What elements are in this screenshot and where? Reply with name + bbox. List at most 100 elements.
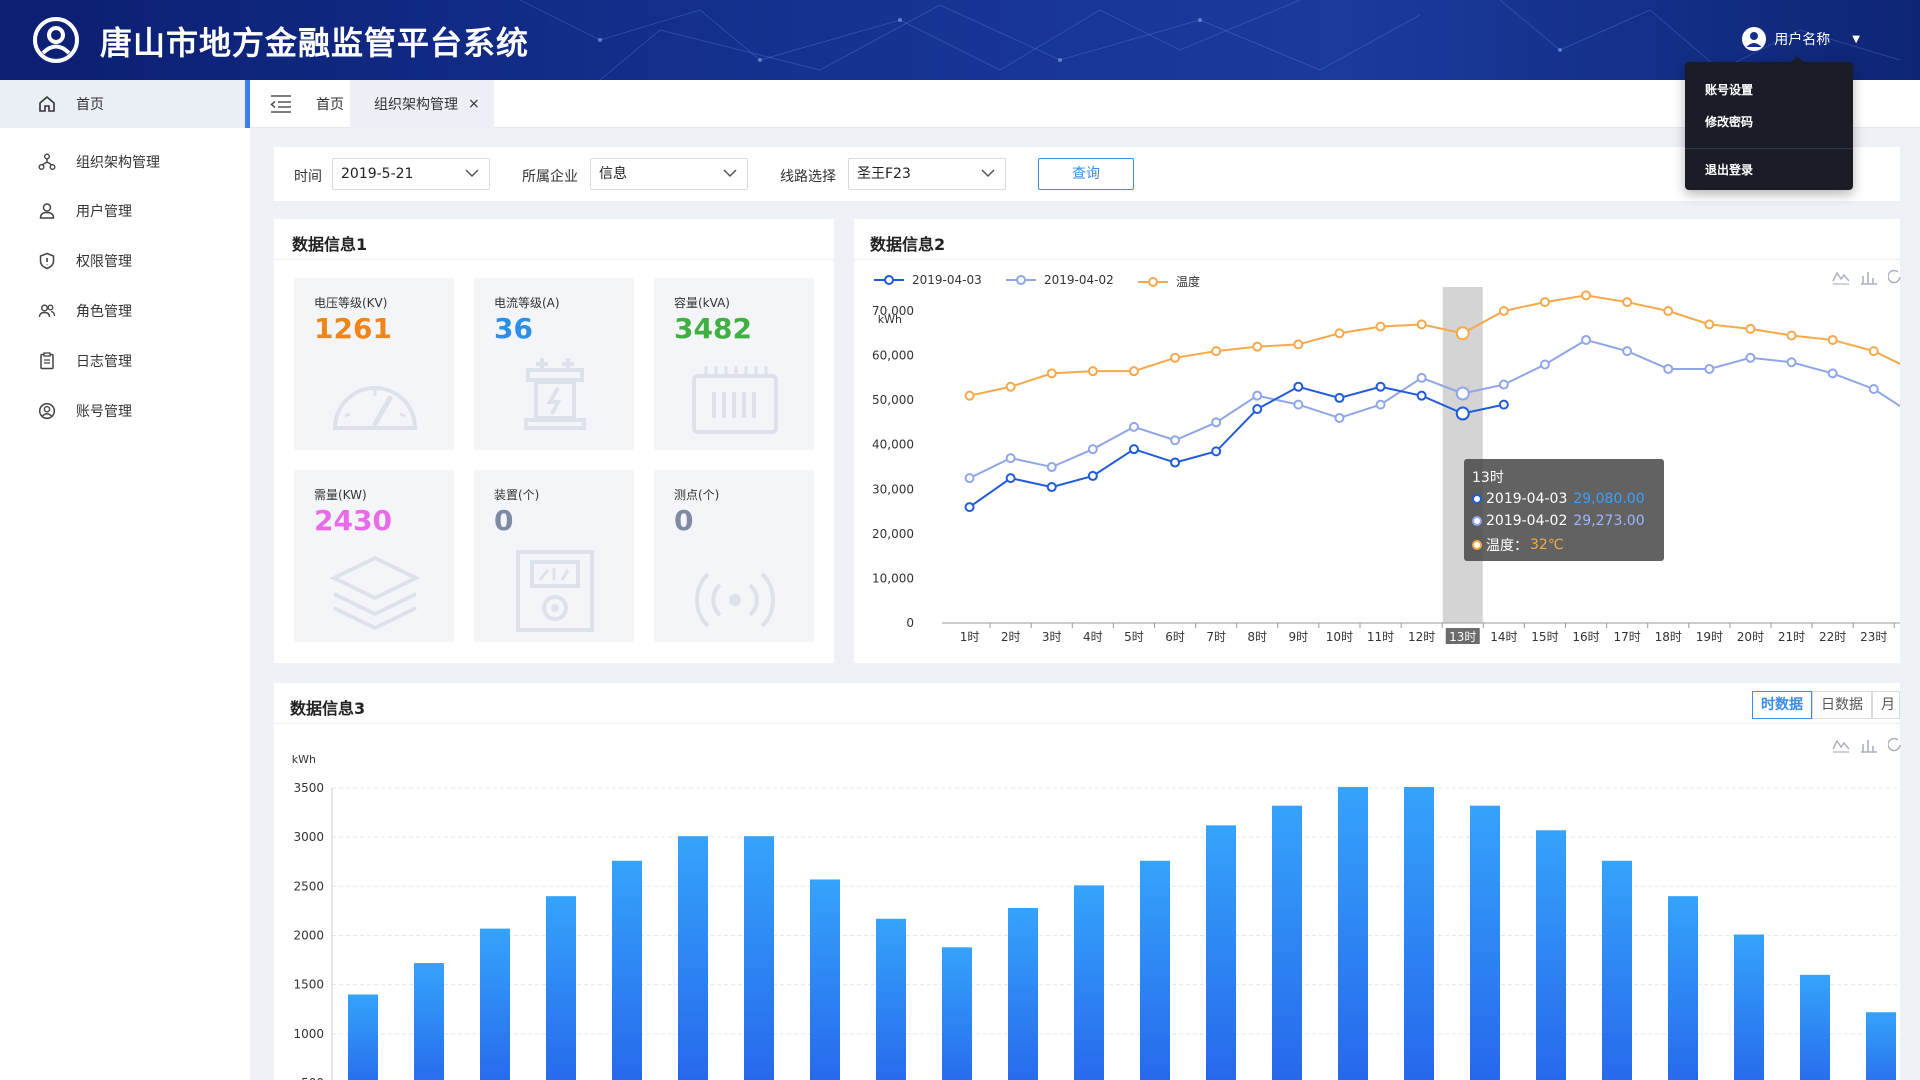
data-point [1663,306,1674,316]
chevron-down-icon [465,169,479,178]
time-select[interactable]: 2019-5-21 [332,158,490,190]
data-point [1539,359,1550,370]
x-tick-label: 7时 [1206,630,1226,644]
time-select-value: 2019-5-21 [341,166,414,182]
query-button[interactable]: 查询 [1038,158,1134,190]
data-point [1046,482,1057,493]
y-tick-label: 1500 [293,978,324,992]
data-point [1375,381,1386,392]
data-point [1128,366,1139,377]
data-point [1827,334,1838,345]
sidebar-item-home[interactable]: 首页 [0,80,250,128]
bar [1008,907,1038,1080]
menu-divider [1685,148,1853,149]
tab-bar: 首页 组织架构管理 × [250,80,1920,128]
sidebar-item-roles[interactable]: 角色管理 [0,287,250,335]
tooltip-row-name: 2019-04-03 [1486,491,1568,507]
tab-org-management[interactable]: 组织架构管理 × [350,80,494,128]
data-point [1622,346,1633,357]
bar [1206,825,1236,1080]
data-point [1334,412,1345,423]
x-tick-label: 15时 [1531,630,1558,644]
bar [744,836,774,1080]
y-tick-label: 40,000 [872,438,914,452]
menu-item-account-settings[interactable]: 账号设置 [1705,81,1753,98]
line-label: 线路选择 [780,169,836,185]
chevron-down-icon [723,169,737,178]
data-point [1334,328,1345,339]
sidebar-item-permissions[interactable]: 权限管理 [0,237,250,285]
y-tick-label: 500 [301,1076,324,1080]
username: 用户名称 [1774,32,1831,48]
bar [546,896,576,1080]
data-point [1087,444,1098,455]
sidebar-item-logs[interactable]: 日志管理 [0,337,250,385]
account-icon [38,402,56,420]
tab-label: 组织架构管理 [374,97,458,113]
y-tick-label: 60,000 [872,349,914,363]
bar [810,879,840,1080]
user-dropdown-trigger[interactable]: 用户名称 ▼ [1742,27,1860,51]
data-point [1005,473,1016,484]
gauge-icon [332,386,418,430]
data-point [1252,390,1263,401]
kpi-label: 测点(个) [674,488,720,502]
y-tick-label: 2000 [293,929,324,943]
x-tick-label: 22时 [1819,630,1846,644]
y-tick-label: 30,000 [872,482,914,496]
app-title: 唐山市地方金融监管平台系统 [100,24,530,62]
bar [942,947,972,1080]
x-tick-label: 18时 [1655,630,1682,644]
data-point [1128,444,1139,455]
x-tick-label: 21时 [1778,630,1805,644]
bar [1800,974,1830,1080]
company-select[interactable]: 信息 [590,158,748,190]
data-point [1211,346,1222,357]
bar [612,860,642,1080]
tooltip-row-value: 29,273.00 [1573,513,1645,529]
panel-title: 数据信息1 [292,235,368,254]
data-point [1745,352,1756,363]
data-point [1416,372,1427,383]
sidebar-item-label: 角色管理 [76,304,132,320]
tab-close-icon[interactable]: × [468,96,480,112]
panel-data-info-2: 数据信息2 2019-04-03 2019-04-02 温度 kWh 0 10,00… [854,219,1901,663]
panel-data-info-1: 数据信息1 电压等级(KV) 1261 电流等级(A) 36 容量(kVA) 3… [274,219,834,663]
tooltip-title: 13时 [1472,470,1504,486]
bar [1470,805,1500,1080]
line-select[interactable]: 圣王F23 [848,158,1006,190]
tooltip-marker-icon [1472,494,1482,504]
caret-down-icon: ▼ [1852,33,1860,45]
kpi-label: 装置(个) [494,488,540,502]
menu-item-logout[interactable]: 退出登录 [1705,161,1753,178]
sidebar-item-org[interactable]: 组织架构管理 [0,138,250,186]
meter-icon [516,550,594,632]
menu-collapse-icon[interactable] [270,94,292,114]
company-label: 所属企业 [522,169,578,185]
data-point [1293,339,1304,350]
data-point [1827,368,1838,379]
menu-item-change-password[interactable]: 修改密码 [1705,113,1753,130]
filter-bar: 时间 2019-5-21 所属企业 信息 线路选择 圣王F23 查询 [274,147,1900,201]
bar [1602,860,1632,1080]
sidebar-item-users[interactable]: 用户管理 [0,187,250,235]
bar [414,963,444,1080]
data-point [1375,321,1386,332]
x-tick-label: 6时 [1165,630,1185,644]
tab-home[interactable]: 首页 [306,80,354,128]
kpi-label: 容量(kVA) [674,296,730,310]
x-tick-label: 9时 [1289,630,1309,644]
data-point [1170,435,1181,446]
bar [1338,787,1368,1080]
user-menu: 账号设置 修改密码 退出登录 [1685,56,1853,190]
sidebar-item-label: 首页 [76,97,104,113]
sidebar-item-accounts[interactable]: 账号管理 [0,387,250,435]
tooltip-row: 2019-04-03 29,080.00 [1472,491,1645,507]
kpi-label: 需量(KW) [314,488,367,502]
layers-icon [330,555,420,631]
x-tick-label: 2时 [1001,630,1021,644]
data-point [964,502,975,513]
chart-tooltip: 13时 2019-04-03 29,080.00 2019-04-02 29,2… [1464,459,1664,561]
bar [1734,934,1764,1080]
users-icon [38,304,56,318]
